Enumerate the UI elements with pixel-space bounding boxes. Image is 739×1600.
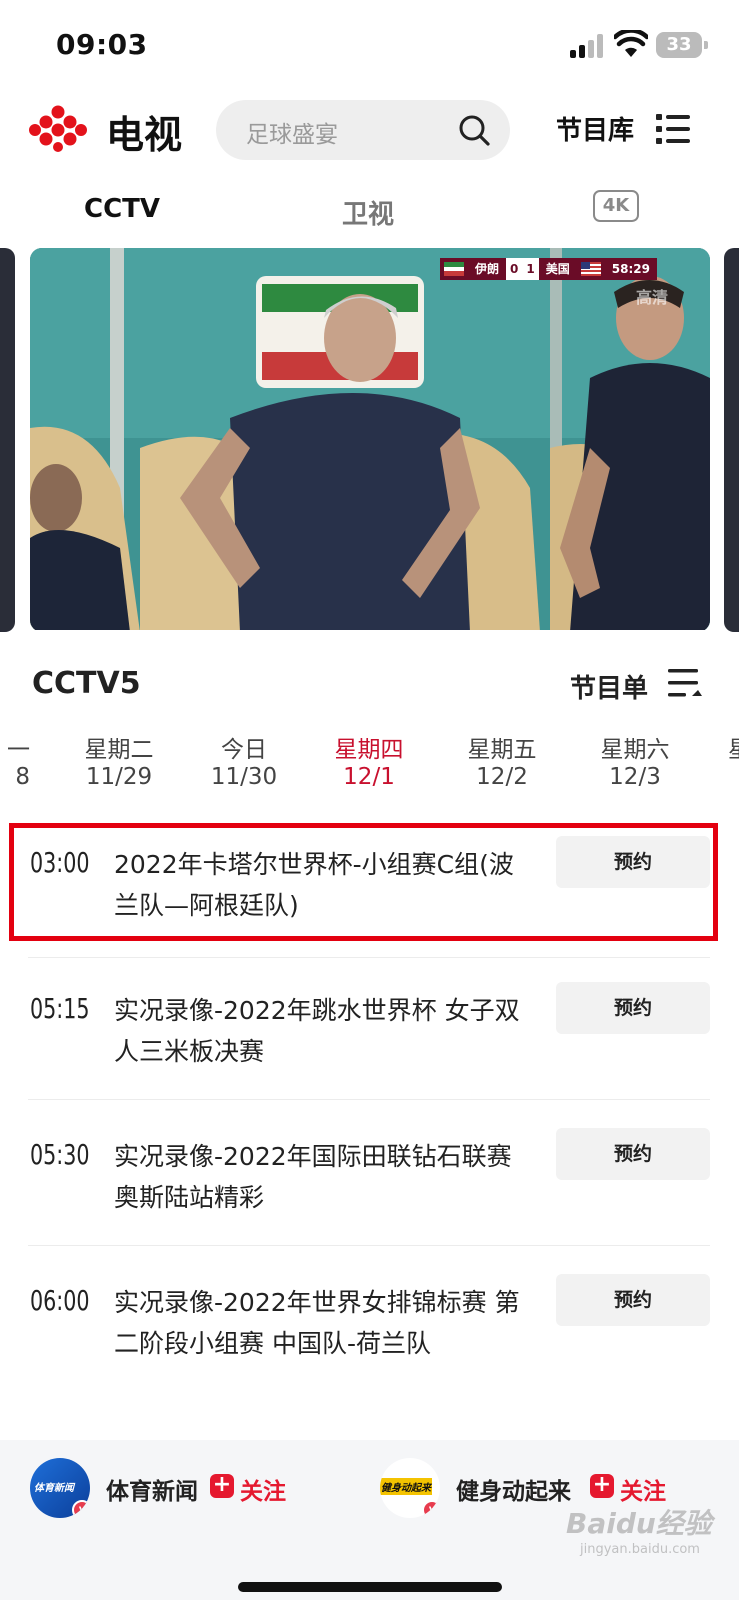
recommended-channel[interactable]: 体育新闻 v 体育新闻 + 关注 bbox=[30, 1458, 350, 1522]
program-row[interactable]: 05:15 实况录像-2022年跳水世界杯 女子双人三米板决赛 预约 bbox=[28, 972, 710, 1100]
day-item-selected[interactable]: 星期四 12/1 bbox=[314, 730, 424, 790]
recommended-channels-bar: 体育新闻 v 体育新闻 + 关注 健身动起来 v 健身动起来 + 关注 Baid… bbox=[0, 1440, 739, 1600]
day-item[interactable]: 星期二 11/29 bbox=[64, 730, 174, 790]
day-item[interactable]: 一 8 bbox=[0, 730, 30, 790]
channel-tabs: CCTV 卫视 4K bbox=[0, 188, 739, 238]
channel-name: CCTV5 bbox=[32, 666, 141, 701]
program-time: 05:30 bbox=[30, 1138, 90, 1171]
day-date: 12/2 bbox=[476, 764, 528, 790]
day-item[interactable]: 星 bbox=[728, 730, 739, 764]
avatar[interactable]: 体育新闻 v bbox=[30, 1458, 90, 1518]
watermark-text: Baidu经验 bbox=[566, 1507, 712, 1540]
program-title: 实况录像-2022年跳水世界杯 女子双人三米板决赛 bbox=[114, 996, 520, 1066]
day-date: 11/29 bbox=[85, 764, 153, 790]
plus-icon[interactable]: + bbox=[210, 1474, 234, 1498]
tab-4k[interactable]: 4K bbox=[593, 190, 639, 222]
status-time: 09:03 bbox=[56, 28, 148, 61]
channel-name: 健身动起来 bbox=[456, 1479, 571, 1505]
previous-video-card[interactable] bbox=[0, 248, 15, 632]
list-menu-icon[interactable] bbox=[656, 112, 690, 146]
app-title: 电视 bbox=[106, 113, 183, 157]
row-divider bbox=[28, 1099, 710, 1100]
score-away: 1 bbox=[522, 258, 539, 280]
day-date: 8 bbox=[15, 764, 30, 790]
day-date: 12/1 bbox=[343, 764, 395, 790]
video-player[interactable]: 伊朗 0 1 美国 58:29 高清 bbox=[30, 248, 710, 632]
day-date: 12/3 bbox=[609, 764, 661, 790]
reserve-button[interactable]: 预约 bbox=[556, 982, 710, 1034]
program-title: 实况录像-2022年世界女排锦标赛 第二阶段小组赛 中国队-荷兰队 bbox=[114, 1288, 520, 1358]
reserve-button[interactable]: 预约 bbox=[556, 1128, 710, 1180]
day-weekday: 今日 bbox=[221, 737, 267, 763]
avatar-text: 体育新闻 bbox=[34, 1483, 74, 1494]
day-weekday: 星期六 bbox=[600, 737, 670, 763]
watermark-url: jingyan.baidu.com bbox=[580, 1542, 700, 1557]
day-date: 11/30 bbox=[210, 764, 278, 790]
day-item[interactable]: 星期六 12/3 bbox=[580, 730, 690, 790]
program-row[interactable]: 06:00 实况录像-2022年世界女排锦标赛 第二阶段小组赛 中国队-荷兰队 … bbox=[28, 1264, 710, 1440]
search-icon[interactable] bbox=[458, 114, 490, 146]
avatar-text: 健身动起来 bbox=[380, 1478, 432, 1495]
score-home: 0 bbox=[506, 258, 523, 280]
day-item[interactable]: 今日 11/30 bbox=[189, 730, 299, 790]
program-title: 实况录像-2022年国际田联钻石联赛 奥斯陆站精彩 bbox=[114, 1142, 512, 1212]
reserve-button[interactable]: 预约 bbox=[556, 1274, 710, 1326]
follow-button[interactable]: 关注 bbox=[620, 1472, 666, 1506]
verified-badge-icon: v bbox=[72, 1500, 90, 1518]
search-placeholder: 足球盛宴 bbox=[246, 122, 338, 148]
app-header: 电视 足球盛宴 节目库 bbox=[0, 96, 739, 166]
day-weekday: 星期二 bbox=[84, 737, 154, 763]
program-time: 05:15 bbox=[30, 992, 90, 1025]
team-home: 伊朗 bbox=[475, 262, 500, 276]
match-scoreboard: 伊朗 0 1 美国 58:29 bbox=[440, 258, 657, 280]
watermark: Baidu经验 jingyan.baidu.com bbox=[566, 1502, 712, 1557]
cctv-logo-icon[interactable] bbox=[28, 104, 88, 152]
program-listing-link[interactable]: 节目单 bbox=[570, 668, 648, 705]
day-item[interactable]: 星期五 12/2 bbox=[447, 730, 557, 790]
match-clock: 58:29 bbox=[611, 262, 650, 276]
program-listing-icon[interactable] bbox=[666, 666, 702, 700]
wifi-icon bbox=[614, 30, 648, 57]
tab-cctv[interactable]: CCTV bbox=[84, 194, 160, 224]
battery-level: 33 bbox=[666, 34, 692, 55]
cellular-signal-icon bbox=[570, 34, 606, 58]
battery-icon: 33 bbox=[656, 32, 708, 58]
tab-satellite[interactable]: 卫视 bbox=[342, 194, 394, 231]
day-weekday: 星期四 bbox=[334, 737, 404, 763]
row-divider bbox=[28, 957, 710, 958]
verified-badge-icon: v bbox=[422, 1500, 440, 1518]
plus-icon[interactable]: + bbox=[590, 1474, 614, 1498]
highlight-annotation-box bbox=[9, 823, 718, 941]
program-row[interactable]: 05:30 实况录像-2022年国际田联钻石联赛 奥斯陆站精彩 预约 bbox=[28, 1118, 710, 1246]
day-selector: 一 8 星期二 11/29 今日 11/30 星期四 12/1 星期五 12/2… bbox=[0, 730, 739, 802]
search-input[interactable]: 足球盛宴 bbox=[216, 100, 510, 160]
team-away: 美国 bbox=[545, 262, 570, 276]
program-library-link[interactable]: 节目库 bbox=[556, 110, 634, 147]
follow-button[interactable]: 关注 bbox=[240, 1472, 286, 1506]
home-indicator[interactable] bbox=[238, 1582, 502, 1592]
program-time: 06:00 bbox=[30, 1284, 90, 1317]
day-weekday: 星 bbox=[728, 730, 739, 764]
next-video-card[interactable] bbox=[724, 248, 739, 632]
day-weekday: 一 bbox=[7, 737, 30, 763]
row-divider bbox=[28, 1245, 710, 1246]
day-weekday: 星期五 bbox=[467, 737, 537, 763]
usa-flag-icon bbox=[580, 262, 601, 276]
channel-name: 体育新闻 bbox=[106, 1479, 198, 1505]
video-frame bbox=[30, 248, 710, 632]
status-bar: 09:03 33 bbox=[0, 0, 739, 92]
iran-flag-icon bbox=[444, 262, 464, 276]
avatar[interactable]: 健身动起来 v bbox=[380, 1458, 440, 1518]
video-quality-badge: 高清 bbox=[635, 288, 668, 307]
